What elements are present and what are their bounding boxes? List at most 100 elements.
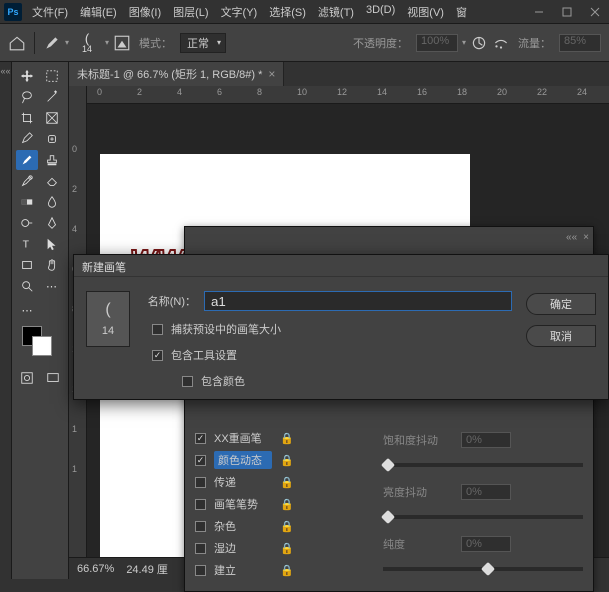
move-tool[interactable] bbox=[16, 66, 38, 86]
opacity-input[interactable]: 100% bbox=[416, 34, 458, 52]
chevron-down-icon[interactable]: ▾ bbox=[462, 38, 466, 47]
eraser-tool[interactable] bbox=[41, 171, 63, 191]
marquee-tool[interactable] bbox=[41, 66, 63, 86]
screenmode-icon[interactable] bbox=[42, 368, 64, 388]
slider-label: 纯度 bbox=[383, 536, 453, 552]
color-swatches[interactable] bbox=[12, 320, 68, 364]
slider-value[interactable]: 0% bbox=[461, 484, 511, 500]
hand-tool[interactable] bbox=[41, 255, 63, 275]
menu-file[interactable]: 文件(F) bbox=[26, 0, 74, 24]
slider-row: 亮度抖动 0% bbox=[383, 481, 583, 503]
quickmask-icon[interactable] bbox=[16, 368, 38, 388]
slider-thumb[interactable] bbox=[481, 562, 495, 576]
more-tools[interactable]: ⋯ bbox=[41, 276, 63, 296]
brush-option-label: 建立 bbox=[214, 562, 272, 578]
brush-option-label: 杂色 bbox=[214, 518, 272, 534]
frame-tool[interactable] bbox=[41, 108, 63, 128]
heal-tool[interactable] bbox=[41, 129, 63, 149]
checkbox[interactable] bbox=[195, 565, 206, 576]
menu-window[interactable]: 窗 bbox=[450, 0, 473, 24]
slider-thumb[interactable] bbox=[381, 458, 395, 472]
menu-edit[interactable]: 编辑(E) bbox=[74, 0, 123, 24]
history-brush-tool[interactable] bbox=[16, 171, 38, 191]
lock-icon[interactable]: 🔒 bbox=[280, 520, 294, 533]
menu-3d[interactable]: 3D(D) bbox=[360, 0, 401, 24]
blend-mode-select[interactable]: 正常 bbox=[180, 33, 226, 53]
document-tab[interactable]: 未标题-1 @ 66.7% (矩形 1, RGB/8#) * × bbox=[69, 62, 284, 86]
home-icon[interactable] bbox=[8, 34, 26, 52]
capture-size-label: 捕获预设中的画笔大小 bbox=[171, 321, 281, 337]
brush-size-preview[interactable]: ( 14 bbox=[73, 32, 101, 54]
capture-size-checkbox[interactable] bbox=[152, 324, 163, 335]
name-label: 名称(N)： bbox=[144, 293, 196, 309]
slider-thumb[interactable] bbox=[381, 510, 395, 524]
stamp-tool[interactable] bbox=[41, 150, 63, 170]
eyedropper-tool[interactable] bbox=[16, 129, 38, 149]
lasso-tool[interactable] bbox=[16, 87, 38, 107]
menu-image[interactable]: 图像(I) bbox=[123, 0, 167, 24]
menu-view[interactable]: 视图(V) bbox=[401, 0, 450, 24]
rectangle-tool[interactable] bbox=[16, 255, 38, 275]
brush-panel-icon[interactable] bbox=[113, 34, 131, 52]
cancel-button[interactable]: 取消 bbox=[526, 325, 596, 347]
type-tool[interactable]: T bbox=[16, 234, 38, 254]
slider-track[interactable] bbox=[383, 515, 583, 519]
checkbox[interactable] bbox=[195, 455, 206, 466]
checkbox[interactable] bbox=[195, 521, 206, 532]
mode-label: 模式： bbox=[139, 35, 172, 51]
include-color-label: 包含颜色 bbox=[201, 373, 245, 389]
chevron-down-icon[interactable]: ▾ bbox=[65, 38, 69, 47]
close-button[interactable] bbox=[581, 0, 609, 24]
brush-name-input[interactable] bbox=[204, 291, 512, 311]
airbrush-icon[interactable] bbox=[492, 34, 510, 52]
edit-toolbar[interactable]: ⋯ bbox=[16, 300, 38, 320]
zoom-tool[interactable] bbox=[16, 276, 38, 296]
slider-value[interactable]: 0% bbox=[461, 432, 511, 448]
checkbox[interactable] bbox=[195, 477, 206, 488]
flow-input[interactable]: 85% bbox=[559, 34, 601, 52]
brush-tool[interactable] bbox=[16, 150, 38, 170]
blur-tool[interactable] bbox=[41, 192, 63, 212]
lock-icon[interactable]: 🔒 bbox=[280, 432, 294, 445]
lock-icon[interactable]: 🔒 bbox=[280, 564, 294, 577]
checkbox[interactable] bbox=[195, 499, 206, 510]
doc-size[interactable]: 24.49 厘 bbox=[126, 561, 168, 577]
brush-glyph: ( bbox=[85, 32, 89, 45]
include-tool-settings-checkbox[interactable] bbox=[152, 350, 163, 361]
zoom-level[interactable]: 66.67% bbox=[77, 563, 114, 575]
pressure-opacity-icon[interactable] bbox=[470, 34, 488, 52]
lock-icon[interactable]: 🔒 bbox=[280, 498, 294, 511]
close-icon[interactable]: × bbox=[268, 67, 275, 81]
collapse-handle[interactable]: «« bbox=[0, 62, 12, 579]
checkbox[interactable] bbox=[195, 433, 206, 444]
lock-icon[interactable]: 🔒 bbox=[280, 454, 294, 467]
collapse-icon[interactable]: «« bbox=[566, 232, 577, 243]
close-icon[interactable]: × bbox=[583, 232, 589, 243]
pen-tool[interactable] bbox=[41, 213, 63, 233]
menu-filter[interactable]: 滤镜(T) bbox=[312, 0, 360, 24]
dialog-title: 新建画笔 bbox=[74, 255, 608, 277]
checkbox[interactable] bbox=[195, 543, 206, 554]
crop-tool[interactable] bbox=[16, 108, 38, 128]
chevron-down-icon[interactable]: ▾ bbox=[105, 38, 109, 47]
slider-track[interactable] bbox=[383, 463, 583, 467]
background-color[interactable] bbox=[32, 336, 52, 356]
brush-tool-icon[interactable] bbox=[43, 34, 61, 52]
include-color-checkbox[interactable] bbox=[182, 376, 193, 387]
maximize-button[interactable] bbox=[553, 0, 581, 24]
minimize-button[interactable] bbox=[525, 0, 553, 24]
wand-tool[interactable] bbox=[41, 87, 63, 107]
ok-button[interactable]: 确定 bbox=[526, 293, 596, 315]
menu-layer[interactable]: 图层(L) bbox=[167, 0, 214, 24]
document-tabs: 未标题-1 @ 66.7% (矩形 1, RGB/8#) * × bbox=[69, 62, 609, 86]
path-select-tool[interactable] bbox=[41, 234, 63, 254]
slider-track[interactable] bbox=[383, 567, 583, 571]
lock-icon[interactable]: 🔒 bbox=[280, 476, 294, 489]
dodge-tool[interactable] bbox=[16, 213, 38, 233]
menu-type[interactable]: 文字(Y) bbox=[215, 0, 264, 24]
window-controls bbox=[525, 0, 609, 24]
gradient-tool[interactable] bbox=[16, 192, 38, 212]
lock-icon[interactable]: 🔒 bbox=[280, 542, 294, 555]
menu-select[interactable]: 选择(S) bbox=[263, 0, 312, 24]
slider-value[interactable]: 0% bbox=[461, 536, 511, 552]
